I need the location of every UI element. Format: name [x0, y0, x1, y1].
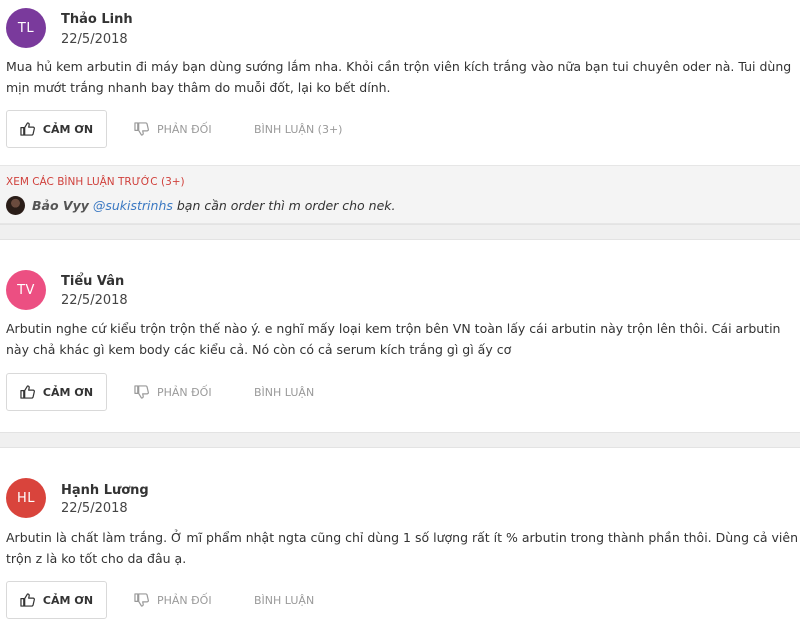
disagree-button[interactable]: PHẢN ĐỐI: [134, 373, 212, 411]
thumbs-up-icon: [20, 385, 35, 399]
avatar: TV: [6, 270, 46, 310]
avatar[interactable]: [6, 196, 25, 215]
reply-author[interactable]: Bảo Vyy: [32, 198, 89, 213]
thumbs-down-icon: [134, 385, 149, 399]
divider: [0, 224, 800, 240]
thanks-label: CẢM ƠN: [42, 593, 94, 607]
thanks-button[interactable]: CẢM ƠN: [6, 581, 107, 619]
disagree-button[interactable]: PHẢN ĐỐI: [134, 110, 212, 148]
disagree-label: PHẢN ĐỐI: [157, 593, 212, 607]
avatar: HL: [6, 478, 46, 518]
thumbs-up-icon: [20, 593, 35, 607]
comment-date: 22/5/2018: [61, 501, 128, 516]
thanks-label: CẢM ƠN: [42, 385, 94, 399]
comment-label: BÌNH LUẬN: [254, 385, 315, 399]
comment-label: BÌNH LUẬN: [254, 593, 315, 607]
comment-button[interactable]: BÌNH LUẬN: [254, 373, 314, 411]
comment-button[interactable]: BÌNH LUẬN (3+): [254, 110, 342, 148]
replies-section: XEM CÁC BÌNH LUẬN TRƯỚC (3+) Bảo Vyy @su…: [0, 165, 800, 224]
reply-text: bạn cần order thì m order cho nek.: [172, 198, 396, 213]
thumbs-down-icon: [134, 122, 149, 136]
reply-item: Bảo Vyy @sukistrinhs bạn cần order thì m…: [32, 198, 396, 213]
comment-card: TL Thảo Linh 22/5/2018 Mua hủ kem arbuti…: [0, 0, 800, 165]
disagree-label: PHẢN ĐỐI: [157, 122, 212, 136]
comment-text: Mua hủ kem arbutin đi máy bạn dùng sướng…: [6, 59, 792, 95]
avatar: TL: [6, 8, 46, 48]
divider: [0, 432, 800, 448]
thanks-button[interactable]: CẢM ƠN: [6, 110, 107, 148]
comment-date: 22/5/2018: [61, 32, 128, 47]
comment-text: Arbutin nghe cứ kiểu trộn trộn thế nào ý…: [6, 321, 781, 357]
thumbs-down-icon: [134, 593, 149, 607]
thanks-label: CẢM ƠN: [42, 122, 94, 136]
view-previous-comments-link[interactable]: XEM CÁC BÌNH LUẬN TRƯỚC (3+): [6, 176, 185, 188]
disagree-label: PHẢN ĐỐI: [157, 385, 212, 399]
author-name[interactable]: Hạnh Lương: [61, 483, 149, 498]
disagree-button[interactable]: PHẢN ĐỐI: [134, 581, 212, 619]
comment-button[interactable]: BÌNH LUẬN: [254, 581, 314, 619]
mention-link[interactable]: @sukistrinhs: [93, 198, 173, 213]
thumbs-up-icon: [20, 122, 35, 136]
comment-text: Arbutin là chất làm trắng. Ở mĩ phẩm nhậ…: [6, 530, 798, 566]
author-name[interactable]: Tiểu Vân: [61, 274, 124, 289]
thanks-button[interactable]: CẢM ƠN: [6, 373, 107, 411]
author-name[interactable]: Thảo Linh: [61, 12, 133, 27]
comment-label: BÌNH LUẬN (3+): [254, 122, 343, 136]
comment-card: HL Hạnh Lương 22/5/2018 Arbutin là chất …: [0, 448, 800, 628]
comment-card: TV Tiểu Vân 22/5/2018 Arbutin nghe cứ ki…: [0, 240, 800, 432]
comment-date: 22/5/2018: [61, 293, 128, 308]
